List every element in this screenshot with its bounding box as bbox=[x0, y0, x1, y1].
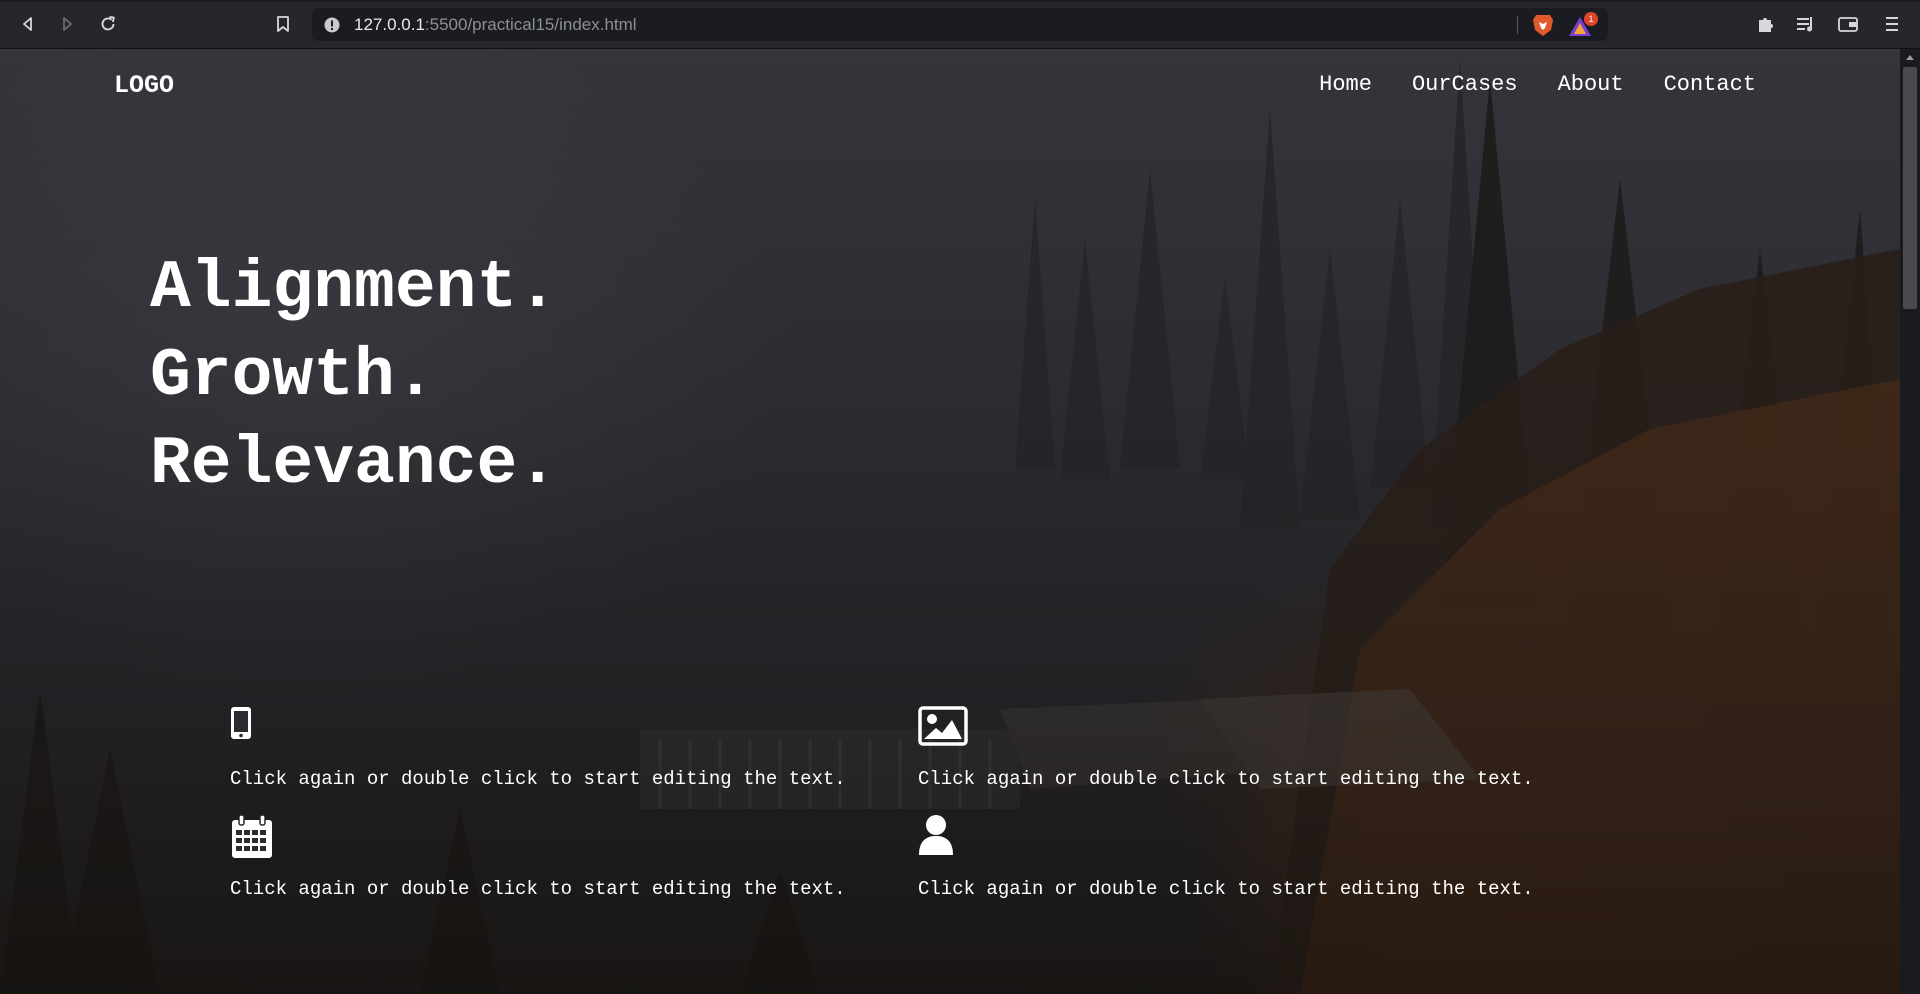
image-icon bbox=[918, 706, 968, 746]
bookmark-icon bbox=[277, 16, 289, 32]
user-icon bbox=[919, 815, 953, 855]
back-button[interactable] bbox=[16, 12, 40, 36]
reload-button[interactable] bbox=[96, 12, 120, 36]
mobile-phone-icon bbox=[231, 707, 251, 739]
nav-link-about[interactable]: About bbox=[1558, 72, 1624, 97]
feature-text: Click again or double click to start edi… bbox=[918, 878, 1534, 900]
wallet-icon bbox=[1838, 17, 1858, 32]
scroll-up-arrow-icon[interactable] bbox=[1906, 55, 1914, 60]
nav-link-ourcases[interactable]: OurCases bbox=[1412, 72, 1518, 97]
forward-button[interactable] bbox=[55, 12, 79, 36]
browser-toolbar: 127.0.0.1:5500/practical15/index.html 1 bbox=[0, 0, 1920, 49]
feature-text: Click again or double click to start edi… bbox=[230, 768, 846, 790]
hero-line-relevance: Relevance. bbox=[150, 426, 559, 503]
brave-rewards-button[interactable]: 1 bbox=[1568, 12, 1598, 38]
main-menu-button[interactable] bbox=[1880, 12, 1904, 36]
feature-text: Click again or double click to start edi… bbox=[230, 878, 846, 900]
page-viewport: LOGO Home OurCases About Contact Alignme… bbox=[0, 49, 1900, 994]
wallet-button[interactable] bbox=[1836, 12, 1860, 36]
site-info-icon[interactable] bbox=[324, 17, 340, 33]
site-nav: Home OurCases About Contact bbox=[1319, 72, 1756, 97]
calendar-icon bbox=[232, 814, 272, 858]
hero-line-growth: Growth. bbox=[150, 338, 436, 415]
nav-link-contact[interactable]: Contact bbox=[1664, 72, 1756, 97]
extensions-button[interactable] bbox=[1754, 12, 1778, 36]
puzzle-piece-icon bbox=[1759, 18, 1773, 32]
bookmark-button[interactable] bbox=[271, 12, 295, 36]
back-arrow-icon bbox=[23, 17, 32, 31]
address-bar-divider bbox=[1517, 16, 1518, 34]
playlist-button[interactable] bbox=[1794, 12, 1818, 36]
feature-text: Click again or double click to start edi… bbox=[918, 768, 1534, 790]
address-bar[interactable]: 127.0.0.1:5500/practical15/index.html 1 bbox=[312, 8, 1608, 41]
forward-arrow-icon bbox=[63, 17, 72, 31]
nav-link-home[interactable]: Home bbox=[1319, 72, 1372, 97]
url-path: :5500/practical15/index.html bbox=[424, 15, 637, 34]
reload-icon bbox=[101, 16, 115, 31]
playlist-icon bbox=[1797, 17, 1812, 32]
tab-strip-edge bbox=[0, 0, 1920, 2]
hero-heading: Alignment. Growth. Relevance. bbox=[150, 245, 558, 509]
url-host: 127.0.0.1 bbox=[354, 15, 425, 34]
url-text[interactable]: 127.0.0.1:5500/practical15/index.html bbox=[354, 15, 637, 35]
hero-line-alignment: Alignment. bbox=[150, 250, 559, 327]
brave-shields-icon[interactable] bbox=[1532, 13, 1554, 37]
vertical-scrollbar[interactable] bbox=[1900, 49, 1920, 994]
rewards-badge: 1 bbox=[1584, 12, 1598, 26]
hamburger-menu-icon bbox=[1886, 17, 1898, 31]
scrollbar-thumb[interactable] bbox=[1903, 67, 1917, 309]
site-logo[interactable]: LOGO bbox=[114, 71, 174, 100]
